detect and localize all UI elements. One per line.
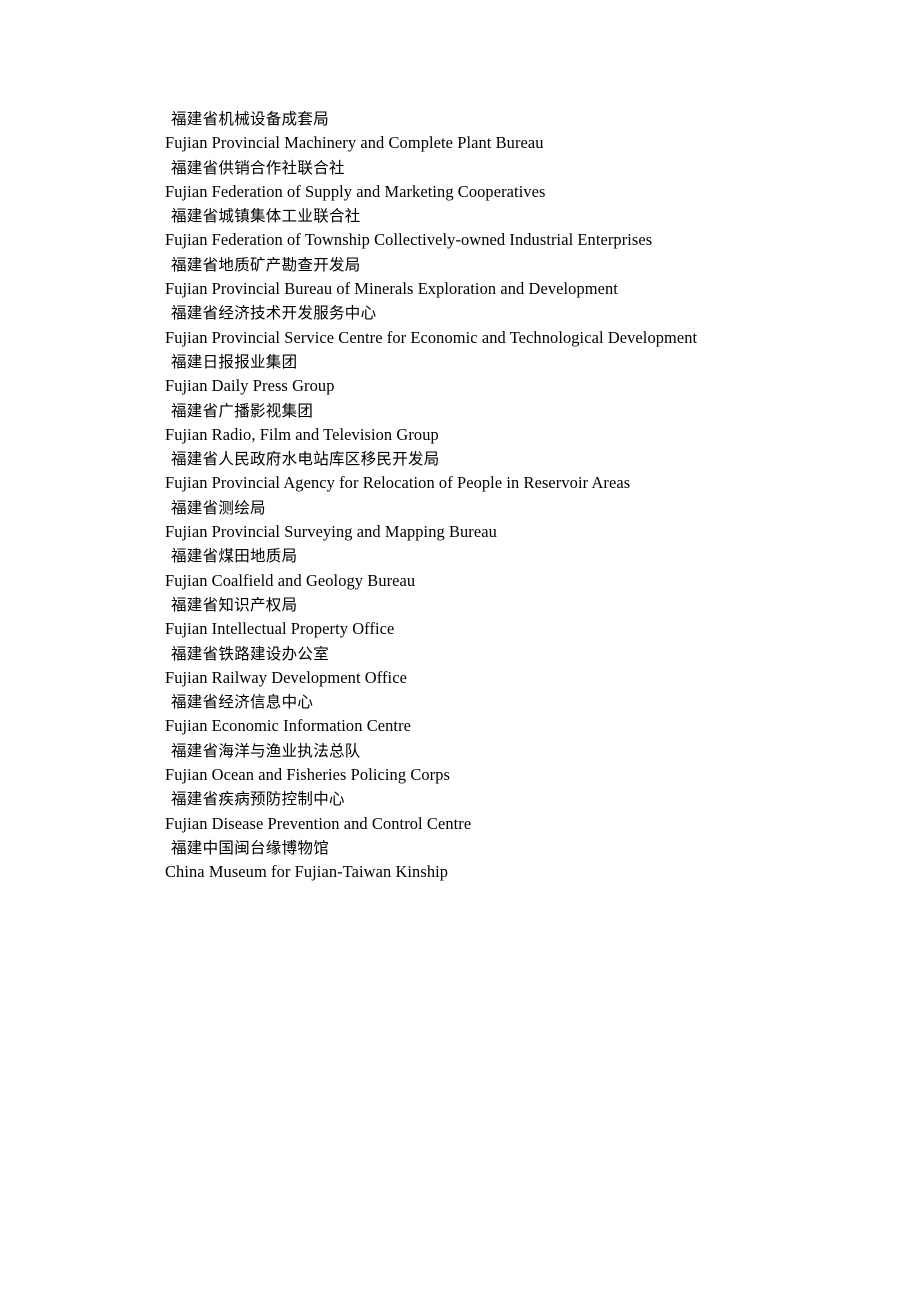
organization-entry: 福建省经济技术开发服务中心 Fujian Provincial Service C… <box>165 301 865 350</box>
organization-entry: 福建省机械设备成套局 Fujian Provincial Machinery an… <box>165 107 865 156</box>
organization-name-english: Fujian Provincial Agency for Relocation … <box>165 473 631 493</box>
organization-entry: 福建省煤田地质局 Fujian Coalfield and Geology Bur… <box>165 544 865 593</box>
organization-name-english: Fujian Ocean and Fisheries Policing Corp… <box>165 765 450 785</box>
organization-entry: 福建省供销合作社联合社 Fujian Federation of Supply a… <box>165 156 865 205</box>
organization-entry: 福建省铁路建设办公室 Fujian Railway Development Off… <box>165 642 865 691</box>
organization-name-english: Fujian Federation of Township Collective… <box>165 230 653 250</box>
organization-name-chinese: 福建省经济技术开发服务中心 <box>171 304 377 323</box>
organization-entry: 福建省广播影视集团 Fujian Radio, Film and Televisi… <box>165 399 865 448</box>
organization-name-english: China Museum for Fujian-Taiwan Kinship <box>165 862 449 882</box>
organization-entry-list: 福建省机械设备成套局 Fujian Provincial Machinery an… <box>165 107 865 885</box>
organization-name-english: Fujian Railway Development Office <box>165 667 407 687</box>
organization-name-chinese: 福建省铁路建设办公室 <box>171 644 330 663</box>
organization-name-chinese: 福建省地质矿产勘查开发局 <box>171 255 361 274</box>
organization-entry: 福建省知识产权局 Fujian Intellectual Property Off… <box>165 593 865 642</box>
organization-entry: 福建日报报业集团 Fujian Daily Press Group <box>165 350 865 399</box>
organization-entry: 福建中国闽台缘博物馆 China Museum for Fujian-Taiwan… <box>165 836 865 885</box>
organization-name-english: Fujian Coalfield and Geology Bureau <box>165 570 416 590</box>
organization-entry: 福建省疾病预防控制中心 Fujian Disease Prevention and… <box>165 787 865 836</box>
organization-name-chinese: 福建省机械设备成套局 <box>171 110 330 128</box>
organization-entry: 福建省地质矿产勘查开发局 Fujian Provincial Bureau of … <box>165 253 865 302</box>
organization-name-english: Fujian Radio, Film and Television Group <box>165 424 439 444</box>
organization-name-english: Fujian Provincial Machinery and Complete… <box>165 133 544 153</box>
organization-name-chinese: 福建省城镇集体工业联合社 <box>171 207 361 226</box>
organization-name-chinese: 福建省测绘局 <box>171 498 266 517</box>
organization-name-chinese: 福建省广播影视集团 <box>171 401 314 420</box>
organization-name-chinese: 福建省知识产权局 <box>171 595 298 614</box>
organization-entry: 福建省城镇集体工业联合社 Fujian Federation of Townshi… <box>165 204 865 253</box>
organization-name-chinese: 福建省疾病预防控制中心 <box>171 790 345 809</box>
organization-name-english: Fujian Disease Prevention and Control Ce… <box>165 813 472 833</box>
organization-entry: 福建省经济信息中心 Fujian Economic Information Cen… <box>165 690 865 739</box>
organization-name-chinese: 福建省供销合作社联合社 <box>171 158 345 177</box>
organization-name-chinese: 福建省经济信息中心 <box>171 693 314 712</box>
organization-name-chinese: 福建日报报业集团 <box>171 352 298 371</box>
organization-name-english: Fujian Federation of Supply and Marketin… <box>165 181 546 201</box>
organization-name-english: Fujian Daily Press Group <box>165 376 335 396</box>
organization-name-chinese: 福建中国闽台缘博物馆 <box>171 838 330 857</box>
document-page: 福建省机械设备成套局 Fujian Provincial Machinery an… <box>0 0 920 1302</box>
organization-name-chinese: 福建省煤田地质局 <box>171 547 298 566</box>
organization-entry: 福建省人民政府水电站库区移民开发局 Fujian Provincial Agenc… <box>165 447 865 496</box>
organization-name-chinese: 福建省海洋与渔业执法总队 <box>171 741 361 760</box>
organization-name-chinese: 福建省人民政府水电站库区移民开发局 <box>171 450 440 469</box>
organization-name-english: Fujian Provincial Service Centre for Eco… <box>165 327 698 347</box>
organization-name-english: Fujian Economic Information Centre <box>165 716 412 736</box>
organization-name-english: Fujian Provincial Bureau of Minerals Exp… <box>165 279 618 299</box>
organization-entry: 福建省海洋与渔业执法总队 Fujian Ocean and Fisheries P… <box>165 739 865 788</box>
organization-entry: 福建省测绘局 Fujian Provincial Surveying and Ma… <box>165 496 865 545</box>
organization-name-english: Fujian Provincial Surveying and Mapping … <box>165 522 497 542</box>
organization-name-english: Fujian Intellectual Property Office <box>165 619 395 639</box>
